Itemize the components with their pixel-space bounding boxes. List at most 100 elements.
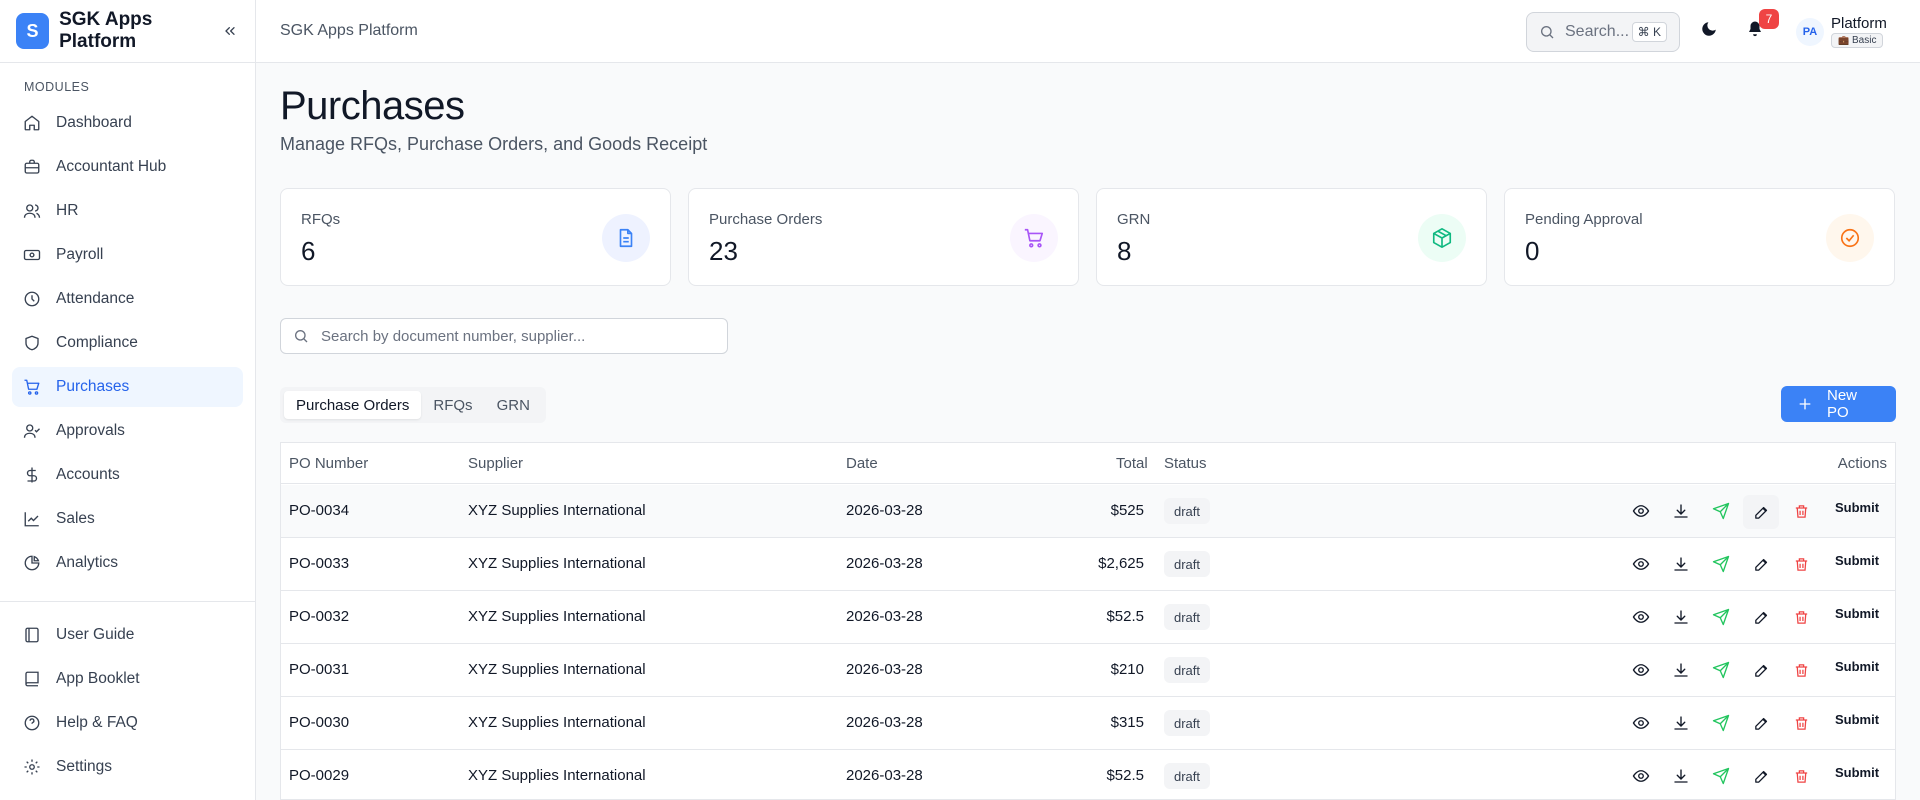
table-row[interactable]: PO-0029 XYZ Supplies International 2026-… [281,750,1895,799]
download-button[interactable] [1671,713,1691,733]
view-button[interactable] [1631,501,1651,521]
users-icon [22,201,42,221]
eye-icon [1632,717,1650,729]
delete-button[interactable] [1791,607,1811,627]
sidebar-item-accountant-hub[interactable]: Accountant Hub [12,147,243,187]
po-number-cell[interactable]: PO-0031 [289,661,349,678]
download-button[interactable] [1671,607,1691,627]
pencil-icon [1754,558,1767,571]
stat-label: RFQs [301,211,341,228]
delete-button[interactable] [1791,501,1811,521]
edit-button[interactable] [1743,495,1779,529]
theme-toggle-button[interactable] [1700,20,1722,42]
view-button[interactable] [1631,713,1651,733]
table-row[interactable]: PO-0030 XYZ Supplies International 2026-… [281,697,1895,750]
po-number-cell[interactable]: PO-0033 [289,555,349,572]
send-button[interactable] [1711,554,1731,574]
column-header-status[interactable]: Status [1164,455,1207,472]
sidebar-item-user-guide[interactable]: User Guide [12,615,243,655]
new-po-button[interactable]: New PO [1781,386,1896,422]
column-header-date[interactable]: Date [846,455,878,472]
view-button[interactable] [1631,660,1651,680]
chart-icon [22,553,42,573]
table-row[interactable]: PO-0034 XYZ Supplies International 2026-… [281,485,1895,538]
sidebar-item-label: Help & FAQ [56,714,138,731]
delete-button[interactable] [1791,660,1811,680]
send-button[interactable] [1711,660,1731,680]
table-row[interactable]: PO-0031 XYZ Supplies International 2026-… [281,644,1895,697]
delete-button[interactable] [1791,713,1811,733]
global-search-input[interactable]: Search... ⌘ K [1526,12,1680,52]
download-icon [1674,769,1688,783]
column-header-supplier[interactable]: Supplier [468,455,523,472]
sidebar-item-dashboard[interactable]: Dashboard [12,103,243,143]
submit-button[interactable]: Submit [1835,659,1879,674]
sidebar-item-label: Approvals [56,422,125,439]
sidebar-item-approvals[interactable]: Approvals [12,411,243,451]
send-button[interactable] [1711,607,1731,627]
submit-button[interactable]: Submit [1835,553,1879,568]
view-button[interactable] [1631,766,1651,786]
sidebar-item-attendance[interactable]: Attendance [12,279,243,319]
po-number-cell[interactable]: PO-0030 [289,714,349,731]
sidebar-item-accounts[interactable]: Accounts [12,455,243,495]
document-search-input[interactable]: Search by document number, supplier... [280,318,728,354]
submit-button[interactable]: Submit [1835,765,1879,780]
stat-value: 6 [301,236,316,266]
sidebar-item-help-faq[interactable]: Help & FAQ [12,703,243,743]
date-cell: 2026-03-28 [846,661,923,678]
status-badge: draft [1164,763,1211,789]
po-number-cell[interactable]: PO-0029 [289,767,349,784]
edit-button[interactable] [1751,660,1771,680]
submit-button[interactable]: Submit [1835,500,1879,515]
submit-button[interactable]: Submit [1835,606,1879,621]
sidebar-item-sales[interactable]: Sales [12,499,243,539]
download-button[interactable] [1671,501,1691,521]
sidebar-item-analytics[interactable]: Analytics [12,543,243,583]
table-row[interactable]: PO-0033 XYZ Supplies International 2026-… [281,538,1895,591]
po-number-cell[interactable]: PO-0034 [289,502,349,519]
column-header-po-number[interactable]: PO Number [289,455,368,472]
delete-button[interactable] [1791,766,1811,786]
sidebar-item-settings[interactable]: Settings [12,747,243,787]
download-button[interactable] [1671,660,1691,680]
edit-button[interactable] [1751,554,1771,574]
download-button[interactable] [1671,554,1691,574]
send-button[interactable] [1711,501,1731,521]
sidebar-item-compliance[interactable]: Compliance [12,323,243,363]
trash-icon [1795,610,1807,624]
sidebar-item-purchases[interactable]: Purchases [12,367,243,407]
send-button[interactable] [1711,766,1731,786]
avatar[interactable]: PA [1796,18,1824,46]
send-icon [1712,661,1730,679]
download-button[interactable] [1671,766,1691,786]
view-button[interactable] [1631,607,1651,627]
edit-button[interactable] [1751,607,1771,627]
sidebar-item-app-booklet[interactable]: App Booklet [12,659,243,699]
sidebar-item-payroll[interactable]: Payroll [12,235,243,275]
plus-icon [1797,396,1813,412]
tab-grn[interactable]: GRN [485,391,542,419]
view-button[interactable] [1631,554,1651,574]
user-name[interactable]: Platform [1831,15,1887,32]
po-number-cell[interactable]: PO-0032 [289,608,349,625]
column-header-total[interactable]: Total [1116,455,1148,472]
delete-button[interactable] [1791,554,1811,574]
send-icon [1712,555,1730,573]
new-po-label: New PO [1827,387,1858,421]
book-icon [22,625,42,645]
table-row[interactable]: PO-0032 XYZ Supplies International 2026-… [281,591,1895,644]
sidebar-item-hr[interactable]: HR [12,191,243,231]
download-icon [1674,663,1688,677]
document-icon [602,214,650,262]
tab-rfqs[interactable]: RFQs [421,391,484,419]
brand-name[interactable]: SGK Apps Platform [59,9,221,53]
brand-logo[interactable]: S [16,13,50,49]
edit-button[interactable] [1751,713,1771,733]
edit-button[interactable] [1751,766,1771,786]
supplier-cell: XYZ Supplies International [468,555,646,572]
send-button[interactable] [1711,713,1731,733]
collapse-sidebar-button[interactable] [221,21,239,41]
tab-purchase-orders[interactable]: Purchase Orders [284,391,422,419]
submit-button[interactable]: Submit [1835,712,1879,727]
